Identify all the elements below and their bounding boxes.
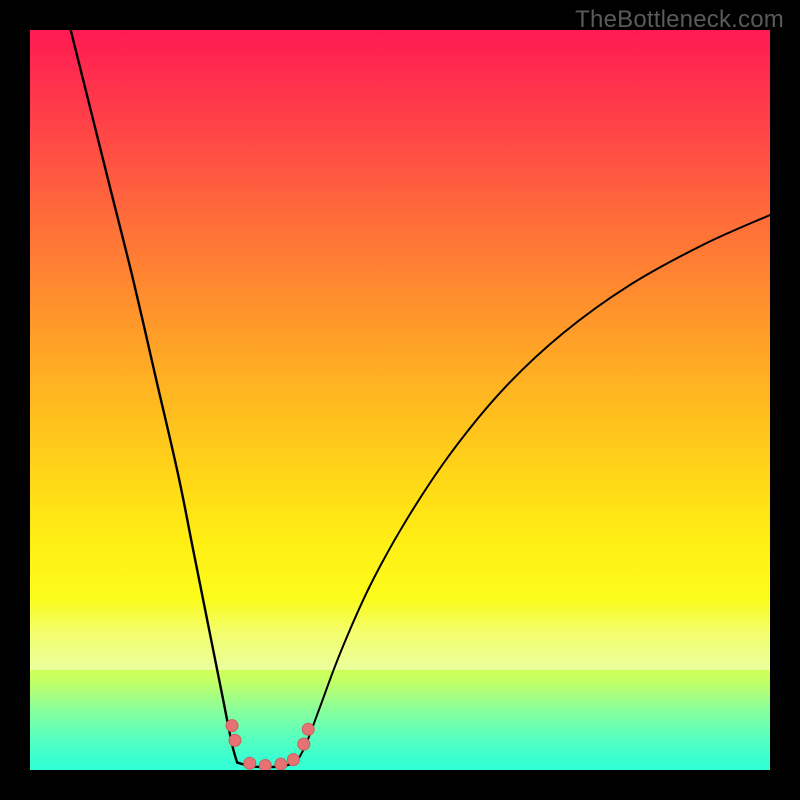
data-marker bbox=[226, 720, 238, 732]
data-marker bbox=[259, 760, 271, 770]
data-marker bbox=[298, 738, 310, 750]
curve-group bbox=[67, 30, 770, 767]
curve-layer bbox=[30, 30, 770, 770]
data-marker bbox=[302, 723, 314, 735]
curve-left-branch bbox=[67, 30, 237, 763]
data-marker bbox=[244, 757, 256, 769]
data-marker bbox=[275, 758, 287, 770]
data-marker bbox=[287, 754, 299, 766]
watermark-text: TheBottleneck.com bbox=[575, 6, 784, 34]
plot-area bbox=[30, 30, 770, 770]
chart-frame: TheBottleneck.com bbox=[0, 0, 800, 800]
data-marker bbox=[229, 734, 241, 746]
curve-right-branch bbox=[296, 215, 770, 763]
